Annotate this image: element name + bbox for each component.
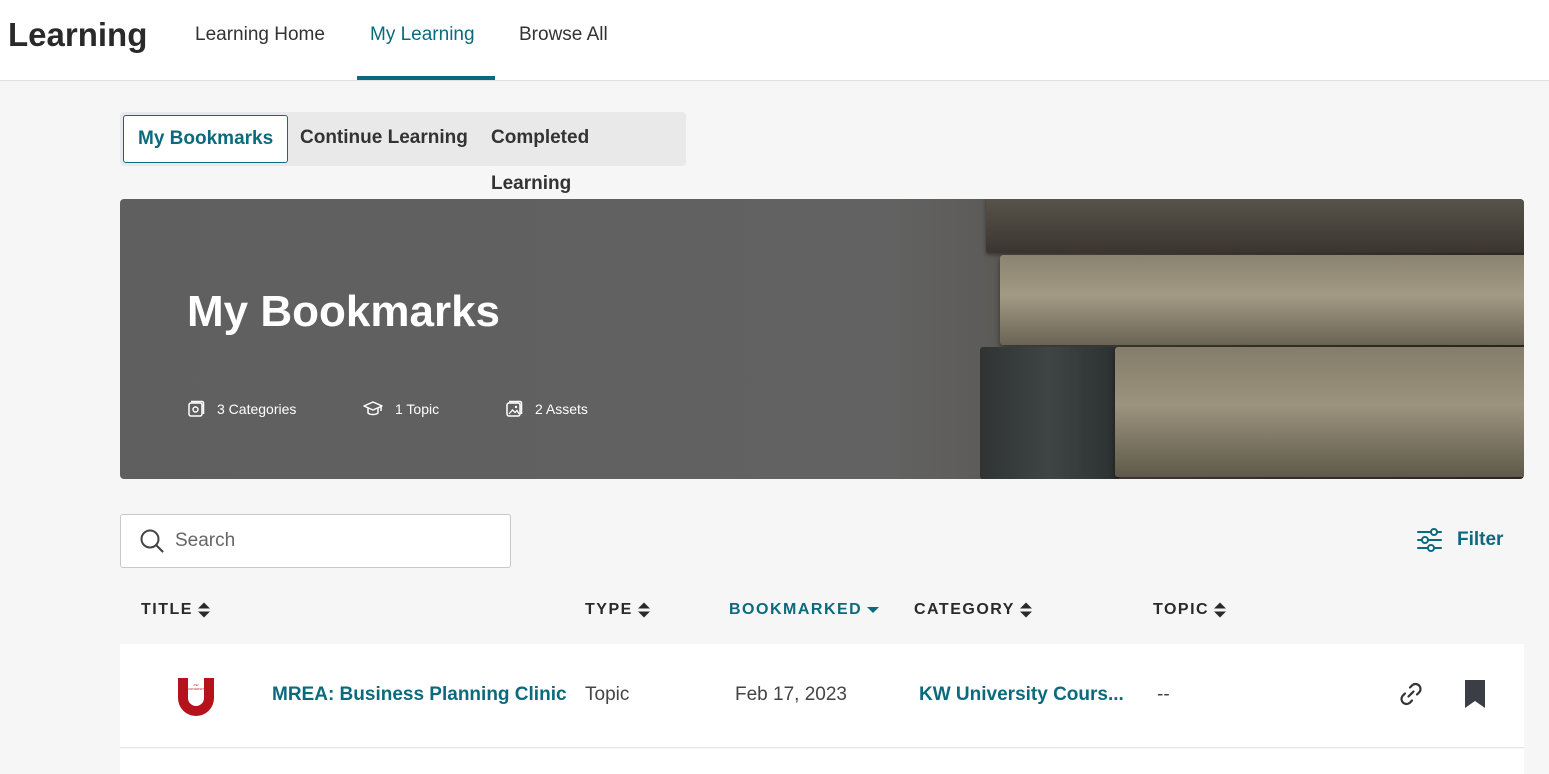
row-topic: -- (1157, 684, 1170, 705)
stat-assets: 2 Assets (505, 400, 588, 418)
stat-assets-label: 2 Assets (535, 401, 588, 417)
book-image-bottom (1115, 347, 1524, 477)
column-header-category-label: CATEGORY (914, 601, 1015, 618)
column-header-bookmarked-label: BOOKMARKED (729, 601, 863, 618)
book-image-spine (980, 347, 1120, 479)
filter-label: Filter (1457, 529, 1504, 550)
column-header-title[interactable]: TITLE (141, 601, 211, 619)
tab-my-bookmarks[interactable]: My Bookmarks (123, 115, 289, 163)
filter-sliders-icon (1417, 528, 1442, 552)
app-title: Learning (8, 16, 148, 53)
sort-both-icon (1214, 602, 1227, 618)
hero-banner: My Bookmarks 3 Categories 1 Topic 2 Asse… (120, 199, 1524, 479)
column-header-category[interactable]: CATEGORY (914, 601, 1033, 619)
image-icon (506, 400, 523, 417)
graduation-cap-icon (363, 401, 383, 416)
column-header-type-label: TYPE (585, 601, 633, 618)
stat-topics: 1 Topic (363, 400, 439, 418)
stat-categories: 3 Categories (187, 400, 296, 418)
book-image-middle (1000, 255, 1524, 345)
hero-title: My Bookmarks (187, 287, 501, 336)
search-box (120, 514, 511, 568)
table-row[interactable]: KW UNIVERSITY MREA: Business Planning Cl… (120, 644, 1524, 748)
sort-descending-icon (867, 607, 880, 613)
learning-tabs: My Bookmarks Continue Learning Completed… (120, 112, 686, 194)
nav-my-learning[interactable]: My Learning (370, 24, 475, 46)
nav-browse-all[interactable]: Browse All (519, 24, 608, 46)
search-icon (140, 529, 164, 553)
sort-both-icon (1019, 602, 1032, 618)
table-row[interactable] (120, 749, 1524, 774)
kw-university-logo-text: KW UNIVERSITY (188, 683, 207, 691)
book-image-top (986, 199, 1524, 253)
filter-button[interactable]: Filter (1416, 527, 1503, 553)
link-icon[interactable] (1395, 678, 1427, 710)
stat-categories-label: 3 Categories (217, 401, 297, 417)
tab-completed-learning[interactable]: Completed Learning (477, 115, 686, 194)
nav-active-indicator (357, 76, 495, 80)
column-header-type[interactable]: TYPE (585, 601, 651, 619)
column-header-topic[interactable]: TOPIC (1153, 601, 1227, 619)
row-category-link[interactable]: KW University Cours... (919, 684, 1124, 706)
bookmark-icon[interactable] (1463, 678, 1487, 710)
tab-continue-learning[interactable]: Continue Learning (286, 115, 482, 163)
kw-university-logo: KW UNIVERSITY (176, 676, 216, 721)
row-bookmarked-date: Feb 17, 2023 (735, 684, 847, 705)
row-title-link[interactable]: MREA: Business Planning Clinic (272, 684, 567, 706)
category-icon (188, 400, 205, 417)
column-header-bookmarked[interactable]: BOOKMARKED (729, 601, 880, 619)
stat-topics-label: 1 Topic (395, 401, 440, 417)
column-header-title-label: TITLE (141, 601, 193, 618)
sort-both-icon (197, 602, 210, 618)
column-header-topic-label: TOPIC (1153, 601, 1210, 618)
nav-learning-home[interactable]: Learning Home (195, 24, 325, 46)
sort-both-icon (637, 602, 650, 618)
top-nav-bar: Learning Learning Home My Learning Brows… (0, 0, 1549, 81)
row-type: Topic (585, 684, 630, 705)
search-input[interactable] (175, 527, 495, 555)
